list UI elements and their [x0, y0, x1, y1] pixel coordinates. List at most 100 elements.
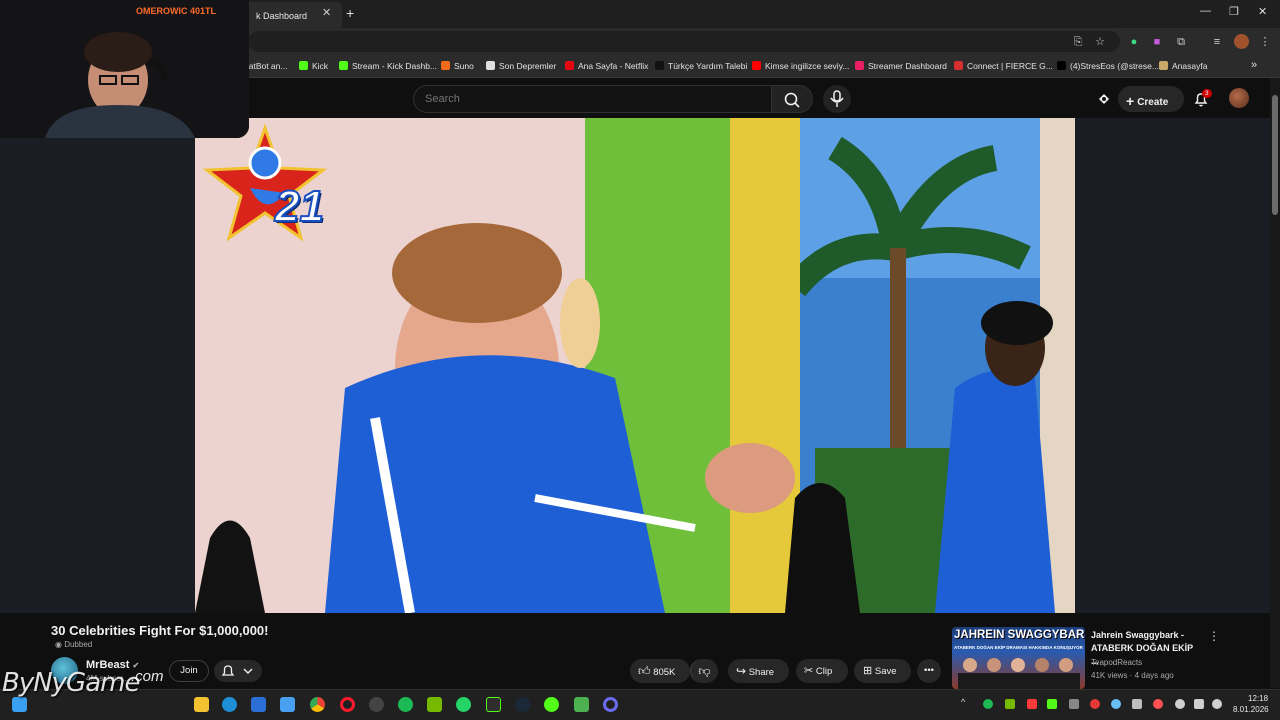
obs-icon[interactable]	[369, 697, 384, 712]
bookmark-item[interactable]: Ana Sayfa - Netflix	[565, 61, 648, 71]
opera-icon[interactable]	[340, 697, 355, 712]
search-button[interactable]	[771, 85, 813, 113]
recommended-video-thumbnail[interactable]: JAHREIN SWAGGYBARK ATABERK DOĞAN EKİP DR…	[952, 627, 1085, 689]
address-bar[interactable]	[248, 31, 1120, 52]
kick-app-icon[interactable]	[544, 697, 559, 712]
steam-icon[interactable]	[515, 697, 530, 712]
browser-menu-icon[interactable]: ⋮	[1258, 35, 1272, 49]
bookmark-favicon-icon	[1159, 61, 1168, 70]
join-button[interactable]: Join	[169, 660, 209, 682]
video-player[interactable]: 21	[195, 118, 1075, 613]
bookmark-label: (4)StresEos (@strese...	[1070, 61, 1159, 71]
video-frame-scene	[195, 118, 1075, 613]
save-button[interactable]: ⊞ Save	[854, 659, 911, 683]
thumbs-up-icon: 👍︎	[638, 664, 651, 678]
bookmark-label: Connect | FIERCE G...	[967, 61, 1053, 71]
tray-record-icon[interactable]	[1090, 699, 1100, 709]
bookmark-label: Kick	[312, 61, 329, 71]
tab-close-icon[interactable]: ✕	[322, 6, 331, 19]
mail-icon[interactable]	[280, 697, 295, 712]
tray-settings-icon[interactable]	[1132, 699, 1142, 709]
bookmark-item[interactable]: hatBot an...	[244, 61, 287, 71]
chrome-icon[interactable]	[310, 697, 325, 712]
dislike-button[interactable]: 👎︎	[690, 659, 718, 683]
tray-security-icon[interactable]	[1153, 699, 1163, 709]
recommended-video-meta: 41K views · 4 days ago	[1091, 671, 1174, 680]
save-label: Save	[874, 666, 897, 677]
extension-purple-icon[interactable]: ■	[1150, 35, 1164, 49]
extension-shield-icon[interactable]: ●	[1127, 35, 1141, 49]
extensions-puzzle-icon[interactable]: ⧉	[1174, 35, 1188, 49]
bookmark-item[interactable]: Streamer Dashboard	[855, 61, 947, 71]
more-horizontal-icon: •••	[924, 665, 934, 676]
video-badge-number: 21	[274, 181, 325, 232]
more-actions-button[interactable]: •••	[917, 659, 941, 683]
microphone-tray-icon[interactable]	[1175, 699, 1185, 709]
tray-kick-icon[interactable]	[1047, 699, 1057, 709]
bookmark-label: Türkçe Yardım Talebi	[668, 61, 748, 71]
install-app-icon[interactable]: ⎘	[1071, 35, 1085, 49]
dubbed-icon: ◉	[55, 640, 65, 649]
like-count: 805K	[653, 667, 676, 678]
bookmark-item[interactable]: Connect | FIERCE G...	[954, 61, 1053, 71]
volume-icon[interactable]	[1212, 699, 1222, 709]
webcam-feed	[0, 0, 249, 138]
bookmark-star-icon[interactable]: ☆	[1093, 35, 1107, 49]
file-explorer-icon[interactable]	[194, 697, 209, 712]
new-tab-button[interactable]: +	[346, 5, 354, 21]
bookmark-item[interactable]: Stream - Kick Dashb...	[339, 61, 437, 71]
restore-icon[interactable]: ❐	[1229, 5, 1239, 18]
whatsapp-icon[interactable]	[456, 697, 471, 712]
scrollbar-thumb[interactable]	[1272, 95, 1278, 215]
webcam-overlay	[0, 0, 249, 138]
create-button[interactable]: + Create	[1118, 86, 1184, 112]
search-icon	[784, 92, 800, 108]
like-button[interactable]: 👍︎ 805K	[630, 659, 690, 683]
bookmark-item[interactable]: Kimse ingilizce seviy...	[752, 61, 849, 71]
recommended-video-channel[interactable]: TeapodReacts	[1091, 658, 1142, 667]
recommended-more-icon[interactable]: ⋮	[1208, 629, 1220, 643]
create-label: Create	[1137, 97, 1169, 108]
clip-button[interactable]: ✂ Clip	[796, 659, 848, 683]
taskbar-clock-time[interactable]: 12:18	[1248, 694, 1268, 703]
window-close-icon[interactable]: ✕	[1258, 5, 1267, 18]
video-title: 30 Celebrities Fight For $1,000,000!	[51, 623, 269, 638]
app-ring-icon[interactable]	[603, 697, 618, 712]
tray-spotify-icon[interactable]	[983, 699, 993, 709]
tray-app-icon[interactable]	[1069, 699, 1079, 709]
microphone-icon	[830, 90, 844, 107]
share-button[interactable]: ↪ Share	[728, 659, 789, 683]
profile-avatar[interactable]	[1234, 34, 1249, 49]
spotify-icon[interactable]	[398, 697, 413, 712]
bookmark-item[interactable]: Kick	[299, 61, 328, 71]
user-avatar[interactable]	[1229, 88, 1249, 108]
bookmark-item[interactable]: Anasayfa	[1159, 61, 1207, 71]
minimize-icon[interactable]: —	[1200, 5, 1211, 17]
terminal-icon[interactable]	[486, 697, 501, 712]
edge-icon[interactable]	[222, 697, 237, 712]
network-icon[interactable]	[1194, 699, 1204, 709]
tray-expand-icon[interactable]: ^	[961, 697, 965, 707]
bookmark-label: Stream - Kick Dashb...	[352, 61, 438, 71]
subscription-bell-button[interactable]	[214, 660, 262, 682]
voice-search-button[interactable]	[823, 85, 851, 113]
bookmarks-overflow-icon[interactable]: »	[1251, 59, 1257, 71]
start-menu-icon[interactable]	[12, 697, 27, 712]
tray-steam-icon[interactable]	[1111, 699, 1121, 709]
tray-nvidia-icon[interactable]	[1005, 699, 1015, 709]
bookmark-item[interactable]: Son Depremler	[486, 61, 556, 71]
bookmark-item[interactable]: Türkçe Yardım Talebi	[655, 61, 747, 71]
tray-vpn-icon[interactable]	[1027, 699, 1037, 709]
media-control-icon[interactable]: ≡	[1210, 35, 1224, 49]
bookmark-item[interactable]: Suno	[441, 61, 474, 71]
clip-label: Clip	[815, 666, 833, 677]
store-icon[interactable]	[251, 697, 266, 712]
search-input[interactable]	[414, 86, 771, 112]
bookmark-favicon-icon	[339, 61, 348, 70]
studio-icon[interactable]	[1096, 91, 1112, 107]
taskbar-clock-date[interactable]: 8.01.2026	[1233, 705, 1269, 714]
minecraft-icon[interactable]	[574, 697, 589, 712]
bookmark-favicon-icon	[752, 61, 761, 70]
bookmark-item[interactable]: (4)StresEos (@strese...	[1057, 61, 1159, 71]
nvidia-icon[interactable]	[427, 697, 442, 712]
